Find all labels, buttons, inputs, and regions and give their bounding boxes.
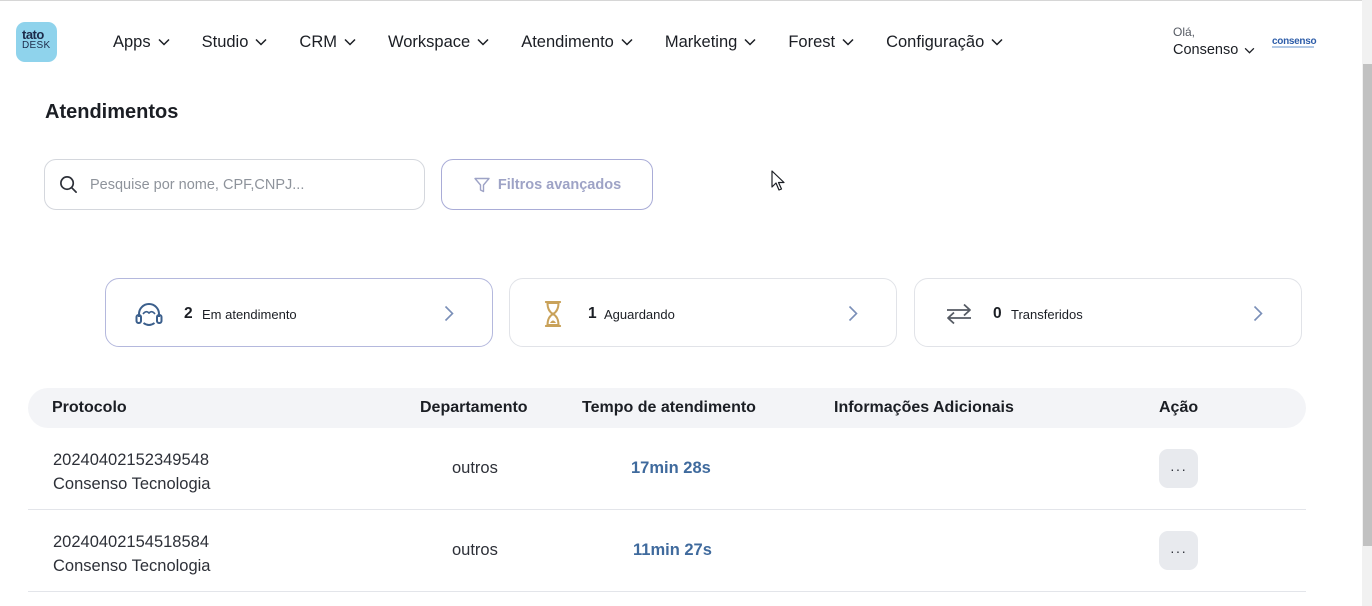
advanced-filters-label: Filtros avançados (497, 176, 622, 193)
chevron-down-icon (158, 38, 170, 46)
chevron-down-icon (255, 38, 267, 46)
time-cell: 17min 28s (631, 459, 711, 477)
nav-studio[interactable]: Studio (202, 33, 268, 52)
chevron-right-icon (1253, 305, 1263, 322)
nav-atendimento-label: Atendimento (521, 32, 614, 51)
card-transferidos[interactable]: 0 Transferidos (914, 278, 1302, 347)
company-logo-underline (1272, 46, 1314, 48)
row-actions-button[interactable]: ··· (1159, 531, 1198, 570)
tatodesk-logo[interactable]: tato DESK (16, 22, 57, 62)
chevron-right-icon (444, 305, 454, 322)
card-aguardando[interactable]: 1 Aguardando (509, 278, 897, 347)
table-row[interactable]: 20240402152349548 Consenso Tecnologia ou… (28, 428, 1306, 510)
time-cell: 11min 27s (633, 541, 712, 559)
user-greeting: Olá, (1173, 25, 1196, 39)
protocol-number: 20240402154518584 (53, 533, 210, 551)
nav-apps[interactable]: Apps (113, 33, 170, 52)
top-navigation-bar: tato DESK Apps Studio CRM Workspace Aten… (0, 0, 1362, 84)
nav-crm[interactable]: CRM (299, 33, 356, 52)
scrollbar-thumb[interactable] (1363, 64, 1372, 546)
protocol-cell: 20240402152349548 Consenso Tecnologia (53, 448, 210, 496)
search-input[interactable] (90, 176, 390, 193)
main-menu: Apps Studio CRM Workspace Atendimento Ma… (113, 31, 1035, 53)
user-menu[interactable]: Olá, Consenso (1173, 25, 1255, 58)
nav-marketing-label: Marketing (664, 32, 738, 51)
table-row[interactable]: 20240402154518584 Consenso Tecnologia ou… (28, 510, 1306, 592)
company-name: Consenso Tecnologia (53, 475, 211, 493)
aguardando-count: 1 (588, 305, 597, 322)
header-protocolo[interactable]: Protocolo (52, 399, 127, 417)
nav-workspace-label: Workspace (387, 32, 471, 51)
header-informacoes[interactable]: Informações Adicionais (834, 399, 1014, 417)
nav-atendimento[interactable]: Atendimento (521, 33, 633, 52)
department-cell: outros (452, 541, 498, 559)
header-departamento[interactable]: Departamento (420, 399, 528, 417)
em-atendimento-count: 2 (184, 305, 193, 322)
filter-icon (474, 177, 490, 192)
mouse-pointer-icon (771, 170, 785, 191)
nav-forest-label: Forest (788, 32, 836, 51)
chevron-right-icon (848, 305, 858, 322)
header-acao: Ação (1159, 399, 1199, 416)
department-cell: outros (452, 459, 498, 477)
transfer-icon (947, 303, 971, 325)
headset-icon (135, 303, 163, 326)
search-icon (60, 176, 77, 193)
row-actions-button[interactable]: ··· (1159, 449, 1198, 488)
advanced-filters-button[interactable]: Filtros avançados (441, 159, 653, 210)
nav-apps-label: Apps (113, 32, 151, 51)
user-name-dropdown[interactable]: Consenso (1173, 42, 1255, 58)
chevron-down-icon (1244, 47, 1255, 54)
chevron-down-icon (621, 38, 633, 46)
nav-marketing[interactable]: Marketing (665, 33, 756, 52)
page-title: Atendimentos (45, 101, 179, 123)
user-name: Consenso (1173, 42, 1239, 58)
header-tempo[interactable]: Tempo de atendimento (582, 399, 756, 417)
card-em-atendimento[interactable]: 2 Em atendimento (105, 278, 493, 347)
chevron-down-icon (842, 38, 854, 46)
logo-text-bottom: DESK (22, 40, 51, 51)
chevron-down-icon (477, 38, 489, 46)
transferidos-label: Transferidos (1011, 307, 1083, 322)
chevron-down-icon (744, 38, 756, 46)
protocol-cell: 20240402154518584 Consenso Tecnologia (53, 530, 210, 578)
nav-crm-label: CRM (299, 32, 337, 51)
aguardando-label: Aguardando (604, 307, 675, 322)
nav-configuracao[interactable]: Configuração (886, 33, 1003, 52)
hourglass-icon (544, 301, 562, 327)
protocol-number: 20240402152349548 (53, 451, 210, 469)
nav-workspace[interactable]: Workspace (388, 33, 489, 52)
table-header: Protocolo Departamento Tempo de atendime… (28, 388, 1306, 428)
em-atendimento-label: Em atendimento (202, 307, 297, 322)
search-box[interactable] (44, 159, 425, 210)
chevron-down-icon (344, 38, 356, 46)
transferidos-count: 0 (993, 305, 1002, 322)
chevron-down-icon (991, 38, 1003, 46)
nav-forest[interactable]: Forest (788, 33, 854, 52)
company-name: Consenso Tecnologia (53, 557, 211, 575)
nav-studio-label: Studio (201, 32, 249, 51)
nav-configuracao-label: Configuração (886, 32, 985, 51)
